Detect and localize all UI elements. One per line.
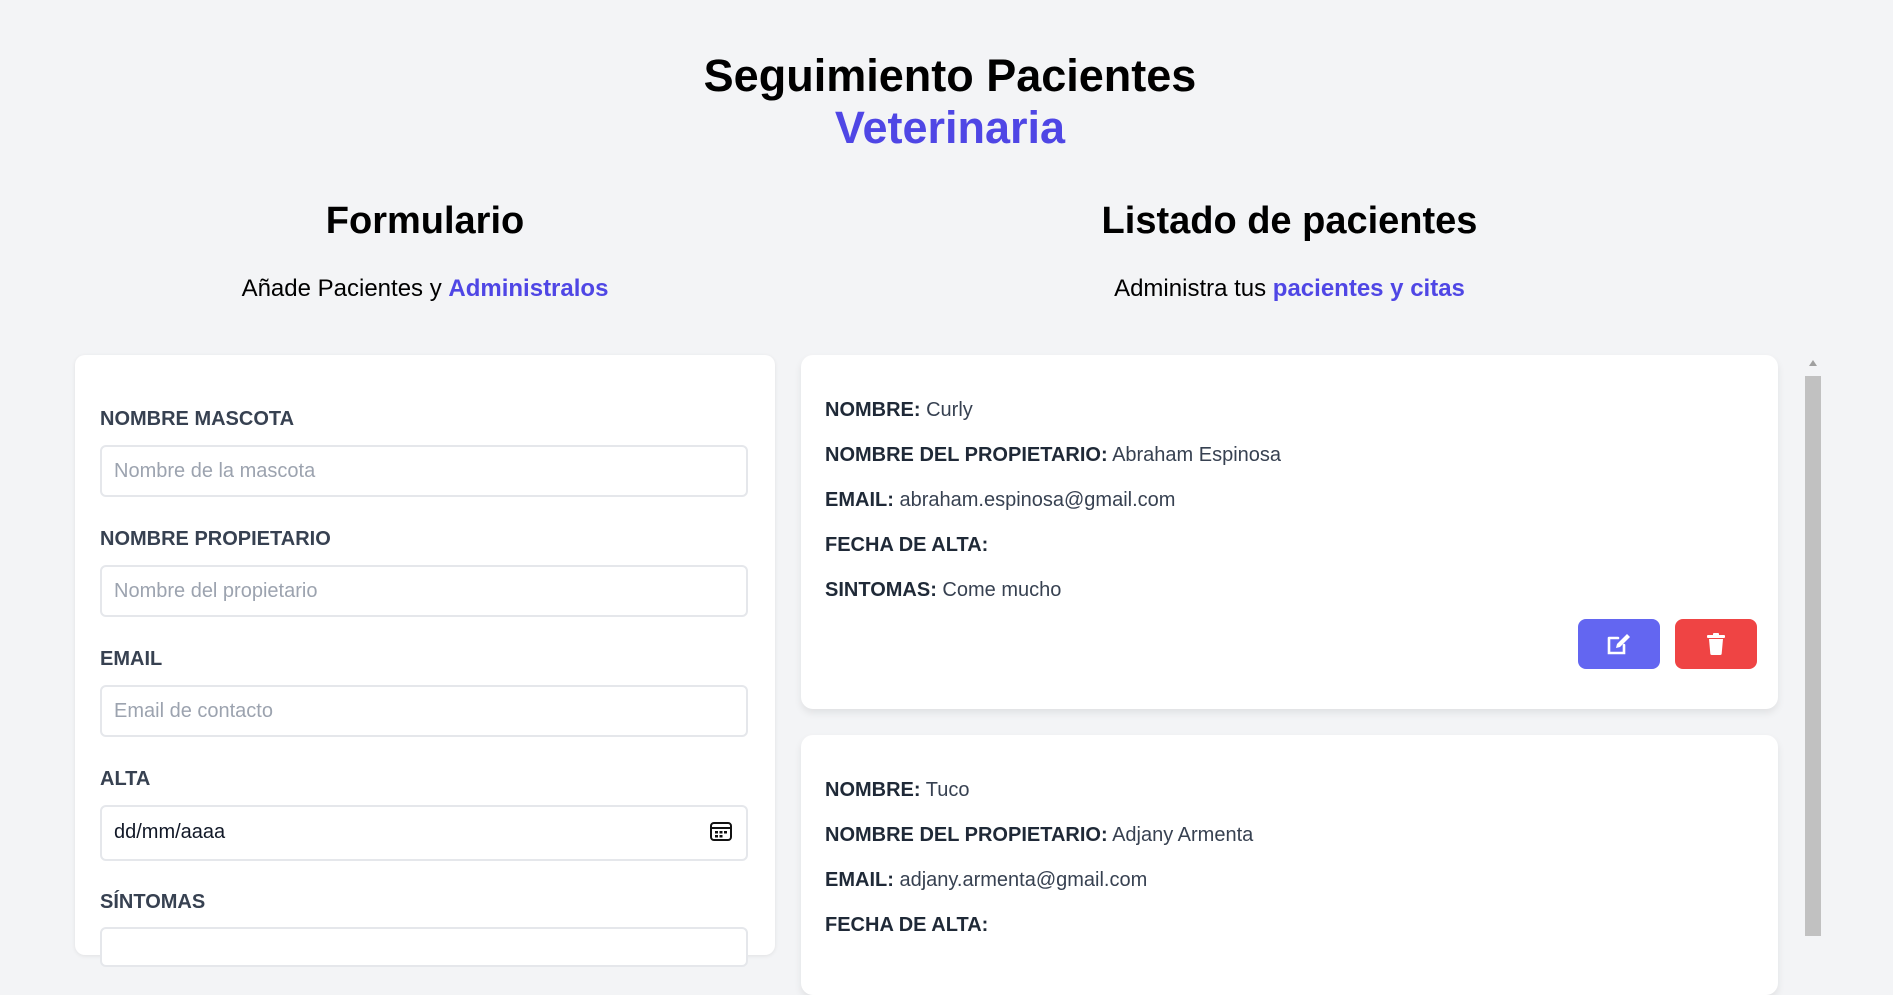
patient-nombre: NOMBRE: Tuco	[825, 779, 970, 801]
list-subtitle-accent: pacientes y citas	[1272, 275, 1465, 302]
delete-button[interactable]	[1675, 619, 1757, 669]
propietario-input[interactable]	[100, 565, 748, 617]
sintomas-label: SÍNTOMAS	[100, 891, 206, 913]
sintomas-textarea[interactable]	[100, 927, 748, 967]
list-scrollbar[interactable]	[1805, 356, 1821, 936]
page-subtitle: Veterinaria	[834, 102, 1066, 153]
patient-nombre: NOMBRE: Curly	[825, 399, 973, 421]
patient-propietario: NOMBRE DEL PROPIETARIO: Adjany Armenta	[825, 824, 1254, 846]
patient-card: NOMBRE: Curly NOMBRE DEL PROPIETARIO: Ab…	[801, 355, 1778, 709]
mascota-label: NOMBRE MASCOTA	[100, 408, 295, 430]
scroll-up-icon[interactable]	[1809, 360, 1817, 366]
page-title: Seguimiento Pacientes	[703, 50, 1197, 101]
scrollbar-thumb[interactable]	[1805, 376, 1821, 936]
calendar-icon[interactable]	[710, 821, 732, 841]
alta-date-value: dd/mm/aaaa	[114, 821, 226, 843]
list-section-title: Listado de pacientes	[1101, 200, 1478, 242]
trash-icon	[1707, 633, 1725, 655]
form-section-subtitle: Añade Pacientes y Administralos	[75, 275, 775, 303]
form-subtitle-accent: Administralos	[448, 275, 609, 302]
patient-form: NOMBRE MASCOTA NOMBRE PROPIETARIO EMAIL …	[75, 355, 775, 967]
edit-icon	[1607, 634, 1630, 655]
patient-email: EMAIL: abraham.espinosa@gmail.com	[825, 489, 1176, 511]
alta-label: ALTA	[100, 768, 151, 790]
patient-propietario: NOMBRE DEL PROPIETARIO: Abraham Espinosa	[825, 444, 1282, 466]
alta-date-input[interactable]: dd/mm/aaaa	[100, 805, 748, 861]
list-section-subtitle: Administra tus pacientes y citas	[801, 275, 1778, 303]
page-header: Seguimiento Pacientes Veterinaria	[0, 50, 1893, 154]
patient-email: EMAIL: adjany.armenta@gmail.com	[825, 869, 1148, 891]
patient-card: NOMBRE: Tuco NOMBRE DEL PROPIETARIO: Adj…	[801, 735, 1778, 995]
patient-sintomas: SINTOMAS: Come mucho	[825, 579, 1062, 601]
edit-button[interactable]	[1578, 619, 1660, 669]
form-section-title: Formulario	[325, 200, 525, 242]
email-label: EMAIL	[100, 648, 163, 670]
patient-fecha: FECHA DE ALTA:	[825, 534, 989, 556]
form-subtitle-prefix: Añade Pacientes y	[241, 275, 449, 302]
list-subtitle-prefix: Administra tus	[1114, 275, 1273, 302]
propietario-label: NOMBRE PROPIETARIO	[100, 528, 331, 550]
email-input[interactable]	[100, 685, 748, 737]
patient-fecha: FECHA DE ALTA:	[825, 914, 989, 936]
mascota-input[interactable]	[100, 445, 748, 497]
